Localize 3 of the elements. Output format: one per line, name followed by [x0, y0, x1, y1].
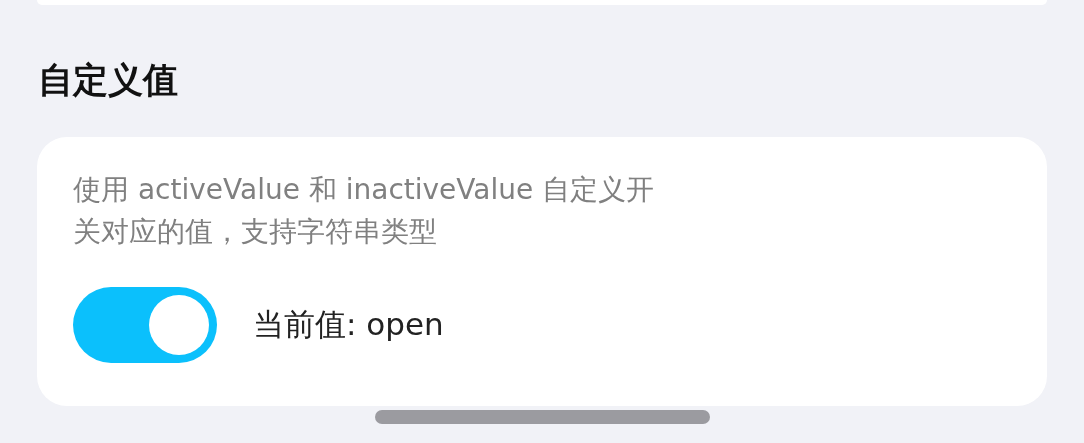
description-text: 使用 activeValue 和 inactiveValue 自定义开关对应的值，支持字符串类型	[73, 172, 656, 250]
current-value-text: 当前值: open	[253, 305, 444, 344]
section-title: 自定义值	[38, 59, 178, 102]
